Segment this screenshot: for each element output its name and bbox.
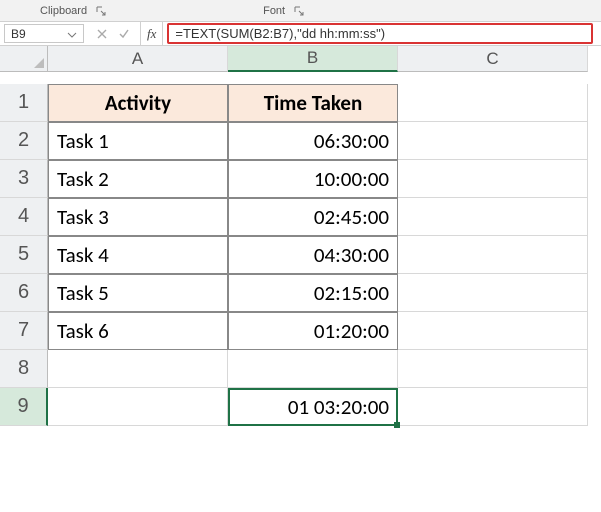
cell-C3[interactable] xyxy=(398,160,588,198)
formula-bar: B9 fx =TEXT(SUM(B2:B7),"dd hh:mm:ss") xyxy=(0,22,601,46)
cell-A2[interactable]: Task 1 xyxy=(48,122,228,160)
sheet-grid[interactable]: A B C 1 Activity Time Taken 2 Task 1 06:… xyxy=(0,46,601,426)
cell-B2[interactable]: 06:30:00 xyxy=(228,122,398,160)
row-header-2[interactable]: 2 xyxy=(0,122,48,160)
cell-A4[interactable]: Task 3 xyxy=(48,198,228,236)
dialog-launcher-icon[interactable] xyxy=(95,5,107,17)
cell-C2[interactable] xyxy=(398,122,588,160)
row-header-1[interactable]: 1 xyxy=(0,84,48,122)
select-all-corner[interactable] xyxy=(0,46,48,72)
col-header-C[interactable]: C xyxy=(398,46,588,72)
ribbon-group-labels: Clipboard Font xyxy=(0,0,601,22)
cell-A5[interactable]: Task 4 xyxy=(48,236,228,274)
dialog-launcher-icon[interactable] xyxy=(293,5,305,17)
cell-C4[interactable] xyxy=(398,198,588,236)
name-box[interactable]: B9 xyxy=(4,24,84,43)
cell-C8[interactable] xyxy=(398,350,588,388)
cell-B3[interactable]: 10:00:00 xyxy=(228,160,398,198)
ribbon-group-clipboard: Clipboard xyxy=(36,5,91,17)
formula-input[interactable]: =TEXT(SUM(B2:B7),"dd hh:mm:ss") xyxy=(167,23,593,44)
cell-A9[interactable] xyxy=(48,388,228,426)
col-header-A[interactable]: A xyxy=(48,46,228,72)
row-header-5[interactable]: 5 xyxy=(0,236,48,274)
cell-C5[interactable] xyxy=(398,236,588,274)
row-header-9[interactable]: 9 xyxy=(0,388,48,426)
cell-A6[interactable]: Task 5 xyxy=(48,274,228,312)
cell-B8[interactable] xyxy=(228,350,398,388)
chevron-down-icon[interactable] xyxy=(67,29,77,39)
fx-icon[interactable]: fx xyxy=(141,22,163,45)
cell-B7[interactable]: 01:20:00 xyxy=(228,312,398,350)
cell-A8[interactable] xyxy=(48,350,228,388)
cell-B9[interactable]: 01 03:20:00 xyxy=(228,388,398,426)
row-header-8[interactable]: 8 xyxy=(0,350,48,388)
enter-icon[interactable] xyxy=(114,24,134,44)
row-header-4[interactable]: 4 xyxy=(0,198,48,236)
ribbon-group-font: Font xyxy=(259,5,289,17)
cell-A1[interactable]: Activity xyxy=(48,84,228,122)
cell-A3[interactable]: Task 2 xyxy=(48,160,228,198)
formula-text: =TEXT(SUM(B2:B7),"dd hh:mm:ss") xyxy=(175,26,385,41)
cell-C1[interactable] xyxy=(398,84,588,122)
cell-B5[interactable]: 04:30:00 xyxy=(228,236,398,274)
formula-bar-buttons xyxy=(86,22,141,45)
cancel-icon[interactable] xyxy=(92,24,112,44)
cell-B6[interactable]: 02:15:00 xyxy=(228,274,398,312)
cell-B4[interactable]: 02:45:00 xyxy=(228,198,398,236)
cell-C7[interactable] xyxy=(398,312,588,350)
col-header-B[interactable]: B xyxy=(228,46,398,72)
cell-B1[interactable]: Time Taken xyxy=(228,84,398,122)
name-box-value: B9 xyxy=(11,27,26,41)
row-header-7[interactable]: 7 xyxy=(0,312,48,350)
cell-C9[interactable] xyxy=(398,388,588,426)
cell-A7[interactable]: Task 6 xyxy=(48,312,228,350)
cell-C6[interactable] xyxy=(398,274,588,312)
row-header-3[interactable]: 3 xyxy=(0,160,48,198)
row-header-6[interactable]: 6 xyxy=(0,274,48,312)
